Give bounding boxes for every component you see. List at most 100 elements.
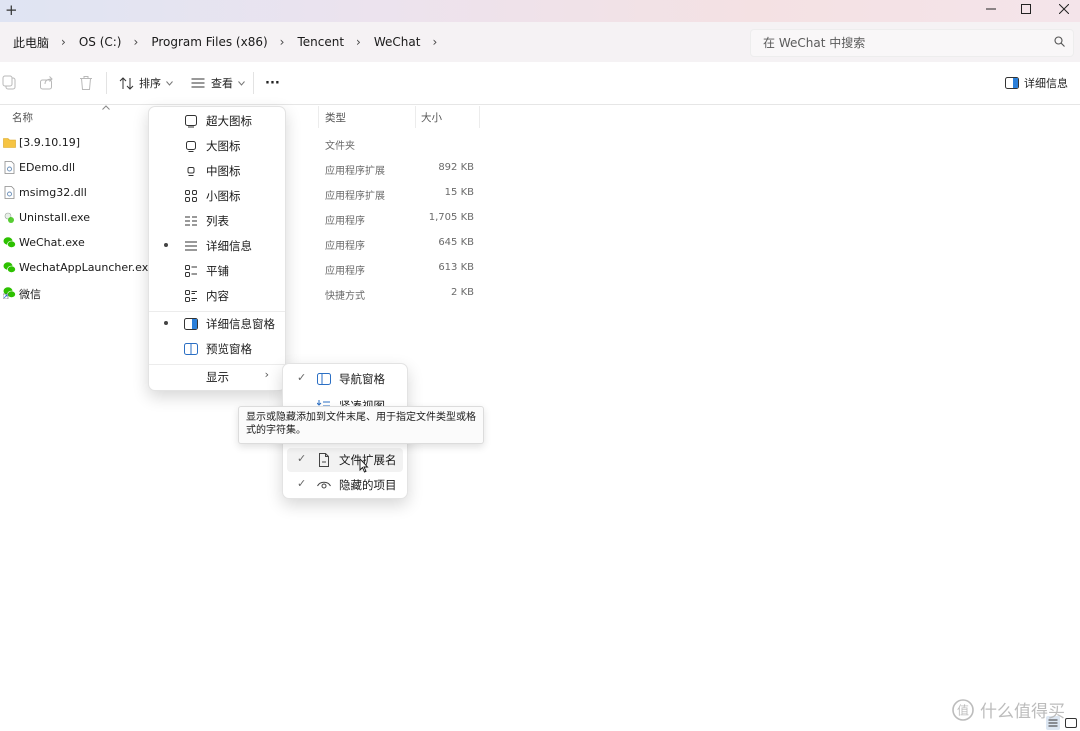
- watermark-logo-glyph: 值: [957, 702, 969, 717]
- file-type: 快捷方式: [325, 291, 365, 302]
- column-divider[interactable]: [479, 106, 480, 128]
- file-size: 613 KB: [438, 262, 474, 273]
- file-size: 892 KB: [438, 162, 474, 173]
- menu-item-small-icons[interactable]: 小图标: [153, 184, 281, 208]
- column-divider[interactable]: [415, 106, 416, 128]
- chevron-down-icon: [238, 80, 245, 86]
- menu-item-list[interactable]: 列表: [153, 209, 281, 233]
- menu-item-label: 详细信息窗格: [206, 317, 275, 331]
- breadcrumb-program-files[interactable]: Program Files (x86): [151, 35, 267, 49]
- file-name: Uninstall.exe: [19, 211, 90, 224]
- dll-file-icon: [4, 186, 15, 199]
- sort-ascending-icon: [102, 105, 110, 110]
- file-extension-icon: [319, 453, 329, 467]
- file-size: 15 KB: [444, 187, 474, 198]
- file-type: 文件夹: [325, 141, 355, 152]
- uninstall-exe-icon: [4, 212, 14, 223]
- details-pane-icon: [1005, 77, 1019, 89]
- menu-item-label: 中图标: [206, 164, 241, 178]
- extra-large-icons-icon: [185, 115, 197, 128]
- breadcrumb-this-pc[interactable]: 此电脑: [13, 34, 49, 51]
- search-icon[interactable]: [1054, 36, 1065, 47]
- sort-button[interactable]: 排序: [119, 73, 173, 93]
- menu-item-tiles[interactable]: 平铺: [153, 259, 281, 283]
- breadcrumb-separator[interactable]: ›: [134, 35, 139, 49]
- file-name: WeChat.exe: [19, 236, 85, 249]
- column-type[interactable]: 类型: [325, 110, 346, 125]
- check-icon: ✓: [297, 371, 307, 384]
- selected-bullet: [164, 243, 168, 247]
- breadcrumb-tencent[interactable]: Tencent: [297, 35, 344, 49]
- file-name: [3.9.10.19]: [19, 136, 81, 149]
- menu-item-label: 小图标: [206, 189, 241, 203]
- large-thumbnails-toggle-icon[interactable]: [1064, 716, 1078, 730]
- menu-item-large-icons[interactable]: 大图标: [153, 134, 281, 158]
- column-divider[interactable]: [318, 106, 319, 128]
- column-name[interactable]: 名称: [12, 110, 33, 125]
- file-name: EDemo.dll: [19, 161, 76, 174]
- breadcrumb-wechat[interactable]: WeChat: [374, 35, 421, 49]
- maximize-button[interactable]: [1011, 0, 1041, 18]
- search-input[interactable]: [761, 33, 1045, 53]
- wechat-icon: [3, 262, 16, 273]
- chevron-down-icon: [166, 80, 173, 86]
- toolbar-divider: [253, 72, 254, 94]
- file-type: 应用程序扩展: [325, 166, 385, 177]
- breadcrumb-separator[interactable]: ›: [61, 35, 66, 49]
- maximize-icon: [1021, 4, 1031, 14]
- menu-item-content[interactable]: 内容: [153, 284, 281, 308]
- menu-item-extra-large-icons[interactable]: 超大图标: [153, 109, 281, 133]
- close-button[interactable]: [1049, 0, 1079, 18]
- minimize-button[interactable]: [976, 0, 1006, 18]
- list-icon: [185, 216, 197, 226]
- menu-item-medium-icons[interactable]: 中图标: [153, 159, 281, 183]
- copy-icon[interactable]: [2, 75, 18, 91]
- menu-item-label: 显示: [206, 370, 229, 384]
- tooltip: 显示或隐藏添加到文件末尾、用于指定文件类型或格式的字符集。: [238, 406, 484, 444]
- breadcrumb-separator[interactable]: ›: [432, 35, 437, 49]
- menu-item-details[interactable]: 详细信息: [153, 234, 281, 258]
- menu-item-show[interactable]: 显示 ›: [153, 365, 281, 389]
- more-options-button[interactable]: ···: [265, 73, 280, 93]
- menu-item-label: 内容: [206, 289, 229, 303]
- check-icon: ✓: [297, 477, 307, 490]
- tiles-icon: [185, 265, 197, 277]
- preview-pane-icon: [184, 343, 198, 355]
- submenu-item-file-extensions[interactable]: ✓ 文件扩展名: [287, 448, 403, 472]
- delete-icon[interactable]: [78, 75, 94, 91]
- address-bar: 此电脑 › OS (C:) › Program Files (x86) › Te…: [0, 22, 1080, 63]
- view-label: 查看: [211, 77, 233, 90]
- file-type: 应用程序: [325, 216, 365, 227]
- column-size[interactable]: 大小: [421, 110, 442, 125]
- new-tab-button[interactable]: +: [5, 1, 18, 19]
- content-icon: [185, 290, 197, 302]
- view-menu: 超大图标 大图标 中图标 小图标 列表 详细信息 平铺 内容 详细信息窗格 预览…: [148, 106, 286, 391]
- chevron-right-icon: ›: [264, 368, 269, 381]
- menu-item-label: 预览窗格: [206, 342, 252, 356]
- check-icon: ✓: [297, 452, 307, 465]
- tooltip-text: 显示或隐藏添加到文件末尾、用于指定文件类型或格式的字符集。: [246, 412, 476, 436]
- watermark-logo-icon: 值: [952, 698, 974, 721]
- wechat-icon: [3, 237, 16, 248]
- file-type: 应用程序扩展: [325, 191, 385, 202]
- breadcrumb-os-c[interactable]: OS (C:): [79, 35, 122, 49]
- menu-item-label: 详细信息: [206, 239, 252, 253]
- small-icons-icon: [185, 190, 197, 202]
- menu-item-details-pane[interactable]: 详细信息窗格: [153, 312, 281, 336]
- menu-item-label: 大图标: [206, 139, 241, 153]
- breadcrumb-separator[interactable]: ›: [356, 35, 361, 49]
- submenu-item-label: 导航窗格: [339, 372, 385, 386]
- details-pane-button[interactable]: 详细信息: [1005, 73, 1068, 93]
- submenu-item-hidden-items[interactable]: ✓ 隐藏的项目: [287, 473, 403, 497]
- command-bar: 排序 查看 ··· 详细信息: [0, 62, 1080, 105]
- toolbar-divider: [106, 72, 107, 94]
- watermark: 值 什么值得买: [952, 697, 1065, 722]
- view-button[interactable]: 查看: [191, 73, 245, 93]
- breadcrumb-separator[interactable]: ›: [280, 35, 285, 49]
- file-name: 微信: [19, 288, 41, 301]
- search-box[interactable]: [750, 29, 1074, 57]
- share-icon[interactable]: [39, 75, 55, 91]
- menu-item-preview-pane[interactable]: 预览窗格: [153, 337, 281, 361]
- file-size: 645 KB: [438, 237, 474, 248]
- submenu-item-navigation-pane[interactable]: ✓ 导航窗格: [287, 367, 403, 391]
